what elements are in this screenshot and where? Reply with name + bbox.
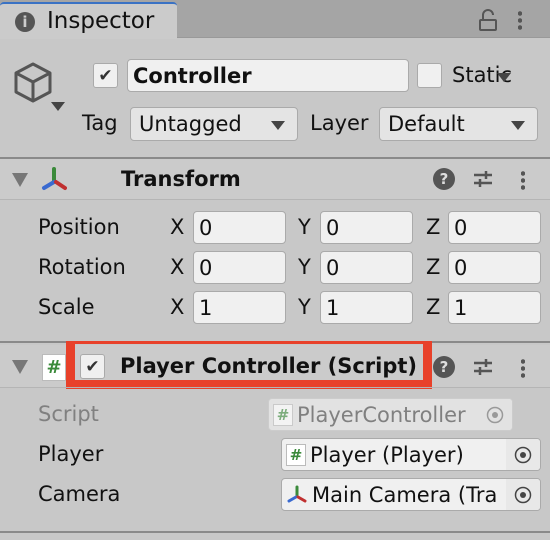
kebab-menu-icon[interactable] — [521, 170, 525, 190]
script-enabled-checkbox[interactable]: ✔ — [80, 354, 105, 379]
rotation-x-field[interactable]: 0 — [193, 251, 286, 284]
rotation-z-field[interactable]: 0 — [448, 251, 541, 284]
divider — [0, 199, 550, 200]
script-hash-icon: # — [42, 354, 66, 381]
transform-axis-icon — [287, 485, 307, 502]
foldout-triangle-icon[interactable] — [12, 173, 28, 187]
layer-value: Default — [388, 112, 465, 136]
transform-header[interactable]: Transform ? — [0, 159, 550, 199]
axis-label-z[interactable]: Z — [426, 255, 440, 279]
tag-value: Untagged — [139, 112, 242, 136]
object-picker-icon — [478, 399, 512, 430]
transform-title: Transform — [121, 167, 241, 191]
divider — [0, 531, 550, 533]
transform-row-label: Scale — [38, 295, 95, 319]
axis-label-y[interactable]: Y — [298, 215, 311, 239]
axis-label-x[interactable]: X — [170, 215, 184, 239]
script-hash-icon: # — [273, 403, 293, 426]
position-x-field[interactable]: 0 — [193, 211, 286, 244]
axis-label-y[interactable]: Y — [298, 295, 311, 319]
kebab-menu-icon[interactable] — [518, 10, 522, 30]
tag-label: Tag — [82, 111, 118, 135]
player-field[interactable]: # Player (Player) — [281, 438, 541, 471]
icon-dropdown-arrow[interactable] — [51, 102, 65, 111]
axis-label-y[interactable]: Y — [298, 255, 311, 279]
axis-label-x[interactable]: X — [170, 255, 184, 279]
static-checkbox[interactable] — [417, 63, 442, 88]
axis-label-z[interactable]: Z — [426, 295, 440, 319]
script-hash-icon: # — [286, 443, 306, 466]
rotation-y-field[interactable]: 0 — [320, 251, 413, 284]
object-picker-icon[interactable] — [506, 439, 540, 470]
transform-row-label: Position — [38, 215, 120, 239]
camera-label: Camera — [38, 482, 121, 506]
tag-dropdown[interactable]: Untagged — [130, 107, 298, 141]
foldout-triangle-icon[interactable] — [12, 360, 28, 374]
scale-z-field[interactable]: 1 — [448, 291, 541, 324]
info-icon: i — [15, 12, 35, 32]
player-label: Player — [38, 442, 104, 466]
layer-label: Layer — [310, 111, 369, 135]
tab-inspector[interactable]: i Inspector — [0, 2, 177, 39]
tab-title: Inspector — [47, 8, 155, 34]
layer-dropdown[interactable]: Default — [379, 107, 538, 141]
gameobject-cube-icon[interactable] — [13, 62, 55, 104]
static-dropdown-arrow[interactable] — [497, 73, 511, 82]
transform-row-label: Rotation — [38, 255, 126, 279]
axis-label-x[interactable]: X — [170, 295, 184, 319]
kebab-menu-icon[interactable] — [521, 358, 525, 378]
position-y-field[interactable]: 0 — [320, 211, 413, 244]
object-picker-icon[interactable] — [506, 479, 540, 510]
transform-axis-icon — [42, 167, 67, 190]
camera-field[interactable]: Main Camera (Tra — [281, 478, 541, 511]
active-checkbox[interactable]: ✔ — [93, 63, 118, 88]
chevron-down-icon — [511, 121, 525, 130]
script-label: Script — [38, 402, 99, 426]
scale-x-field[interactable]: 1 — [193, 291, 286, 324]
lock-icon[interactable] — [478, 9, 498, 31]
presets-sliders-icon[interactable] — [472, 168, 494, 190]
script-component-title: Player Controller (Script) — [120, 354, 418, 378]
camera-value: Main Camera (Tra — [312, 482, 498, 507]
script-value: PlayerController — [297, 402, 466, 427]
chevron-down-icon — [271, 121, 285, 130]
name-field[interactable]: Controller — [127, 59, 409, 92]
scale-y-field[interactable]: 1 — [320, 291, 413, 324]
help-icon[interactable]: ? — [433, 168, 455, 190]
divider — [0, 387, 550, 388]
presets-sliders-icon[interactable] — [472, 356, 494, 378]
help-icon[interactable]: ? — [433, 356, 455, 378]
player-value: Player (Player) — [310, 442, 464, 467]
position-z-field[interactable]: 0 — [448, 211, 541, 244]
script-field: # PlayerController — [268, 398, 513, 431]
axis-label-z[interactable]: Z — [426, 215, 440, 239]
